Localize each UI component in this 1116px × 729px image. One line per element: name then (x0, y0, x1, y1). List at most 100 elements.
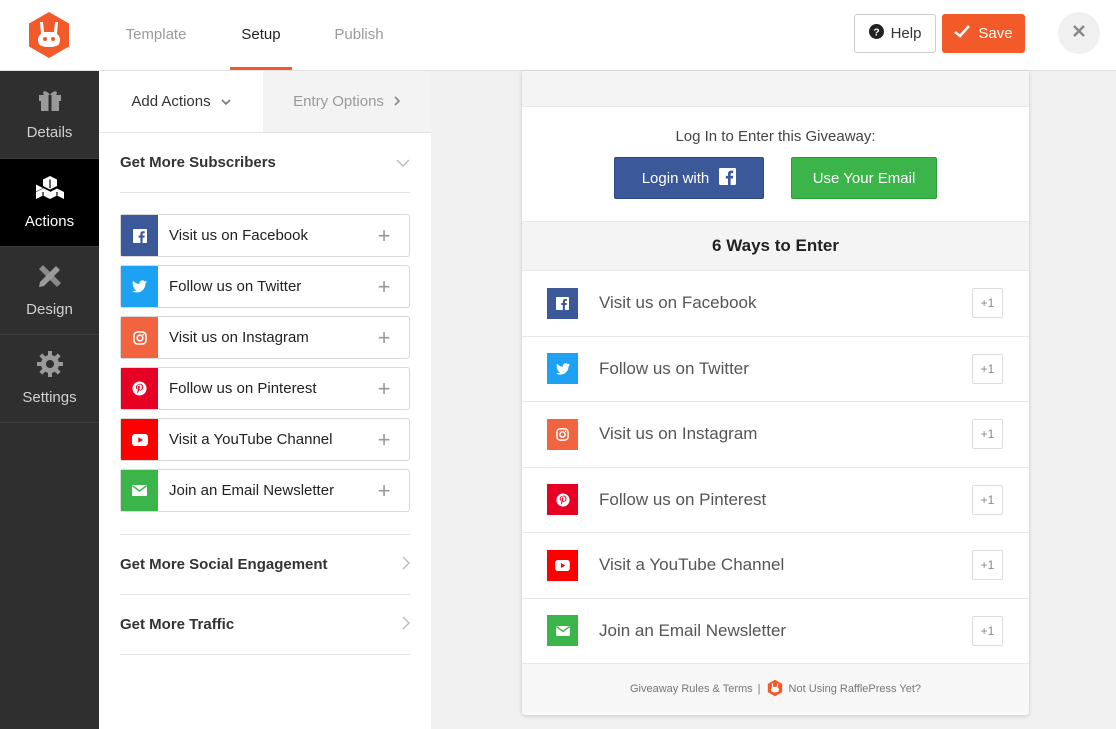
nav-label-design: Design (26, 301, 73, 318)
tab-setup[interactable]: Setup (230, 0, 292, 70)
twitter-icon (121, 266, 158, 307)
action-join-newsletter[interactable]: Join an Email Newsletter + (120, 469, 410, 512)
nav-item-actions[interactable]: Actions (0, 159, 99, 247)
section-title: Get More Traffic (120, 616, 235, 633)
nav-label-details: Details (26, 124, 73, 141)
card-footer: Giveaway Rules & Terms | Not Using Raffl… (522, 664, 1029, 714)
nav-item-design[interactable]: Design (0, 247, 99, 335)
ways-to-enter-title: 6 Ways to Enter (522, 221, 1029, 271)
card-top-strip (522, 71, 1029, 107)
pinterest-icon (547, 484, 578, 516)
entry-points-badge: +1 (972, 419, 1003, 450)
add-action-icon[interactable]: + (359, 275, 409, 298)
pinterest-icon (121, 368, 158, 409)
action-visit-youtube[interactable]: Visit a YouTube Channel + (120, 418, 410, 461)
actions-panel: Add Actions Entry Options Get More Subsc… (99, 71, 431, 729)
entry-points-badge: +1 (972, 484, 1003, 515)
nav-label-settings: Settings (22, 389, 77, 406)
action-label: Follow us on Pinterest (169, 380, 317, 397)
subtab-add-actions[interactable]: Add Actions (99, 71, 263, 132)
section-title: Get More Subscribers (120, 154, 276, 171)
tab-publish[interactable]: Publish (328, 0, 390, 70)
facebook-icon (719, 167, 737, 189)
entry-label: Visit a YouTube Channel (599, 555, 785, 575)
entry-points-badge: +1 (972, 550, 1003, 581)
action-visit-facebook[interactable]: Visit us on Facebook + (120, 214, 410, 257)
entry-label: Follow us on Pinterest (599, 489, 767, 509)
add-action-icon[interactable]: + (359, 377, 409, 400)
panel-subtabs: Add Actions Entry Options (99, 71, 431, 133)
save-button[interactable]: Save (942, 14, 1025, 53)
add-action-icon[interactable]: + (359, 479, 409, 502)
entry-visit-instagram[interactable]: Visit us on Instagram +1 (522, 402, 1029, 468)
login-block: Log In to Enter this Giveaway: Login wit… (522, 107, 1029, 221)
action-label: Visit us on Instagram (169, 329, 309, 346)
login-facebook-button[interactable]: Login with (614, 157, 764, 199)
section-get-more-subscribers[interactable]: Get More Subscribers (120, 133, 410, 193)
nav-item-settings[interactable]: Settings (0, 335, 99, 423)
action-label: Visit us on Facebook (169, 227, 308, 244)
action-follow-pinterest[interactable]: Follow us on Pinterest + (120, 367, 410, 410)
footer-separator: | (757, 683, 761, 695)
section-get-more-social-engagement[interactable]: Get More Social Engagement (120, 535, 410, 595)
login-buttons: Login with Use Your Email (614, 157, 937, 199)
twitter-icon (547, 353, 578, 385)
action-label: Visit a YouTube Channel (169, 431, 333, 448)
login-email-button[interactable]: Use Your Email (791, 157, 937, 199)
chevron-down-icon (396, 154, 410, 171)
section-get-more-traffic[interactable]: Get More Traffic (120, 595, 410, 655)
login-prompt: Log In to Enter this Giveaway: (675, 128, 876, 145)
entry-label: Visit us on Instagram (599, 424, 758, 444)
chevron-right-icon (402, 616, 410, 634)
entry-follow-pinterest[interactable]: Follow us on Pinterest +1 (522, 468, 1029, 533)
not-using-rafflepress-link[interactable]: Not Using RafflePress Yet? (789, 683, 921, 695)
action-label: Follow us on Twitter (169, 278, 302, 295)
tab-template[interactable]: Template (120, 0, 192, 70)
section-title: Get More Social Engagement (120, 556, 328, 573)
subtab-entry-options[interactable]: Entry Options (263, 71, 431, 132)
action-follow-twitter[interactable]: Follow us on Twitter + (120, 265, 410, 308)
facebook-icon (121, 215, 158, 256)
entry-visit-facebook[interactable]: Visit us on Facebook +1 (522, 271, 1029, 337)
nav-item-details[interactable]: Details (0, 71, 99, 159)
entry-follow-twitter[interactable]: Follow us on Twitter +1 (522, 337, 1029, 402)
checkmark-icon (954, 25, 971, 42)
entry-label: Visit us on Facebook (599, 293, 757, 313)
add-action-icon[interactable]: + (359, 224, 409, 247)
action-visit-instagram[interactable]: Visit us on Instagram + (120, 316, 410, 359)
close-button[interactable] (1058, 12, 1100, 54)
save-label: Save (978, 25, 1013, 42)
entry-join-newsletter[interactable]: Join an Email Newsletter +1 (522, 599, 1029, 664)
instagram-icon (547, 418, 578, 450)
chevron-right-icon (394, 93, 401, 110)
rafflepress-mini-logo-icon (766, 679, 784, 700)
help-label: Help (890, 25, 922, 42)
add-action-icon[interactable]: + (359, 428, 409, 451)
action-list: Visit us on Facebook + Follow us on Twit… (120, 193, 410, 535)
add-action-icon[interactable]: + (359, 326, 409, 349)
left-nav: Details Actions Design Settings (0, 71, 99, 729)
chevron-down-icon (221, 93, 231, 110)
youtube-icon (547, 549, 578, 581)
help-button[interactable]: ? Help (854, 14, 936, 53)
chevron-right-icon (402, 556, 410, 574)
close-icon (1072, 24, 1086, 43)
gear-icon (36, 351, 63, 381)
youtube-icon (121, 419, 158, 460)
entry-points-badge: +1 (972, 288, 1003, 319)
subtab-label-entry-options: Entry Options (293, 93, 384, 110)
giveaway-rules-link[interactable]: Giveaway Rules & Terms (630, 683, 753, 695)
top-bar: Template Setup Publish ? Help Save (0, 0, 1116, 71)
svg-text:?: ? (873, 27, 879, 38)
gift-icon (37, 88, 63, 116)
entry-points-badge: +1 (972, 615, 1003, 646)
login-facebook-label: Login with (641, 169, 710, 187)
entry-visit-youtube[interactable]: Visit a YouTube Channel +1 (522, 533, 1029, 599)
entry-label: Join an Email Newsletter (599, 620, 787, 640)
entry-points-badge: +1 (972, 353, 1003, 384)
rafflepress-logo-icon[interactable] (24, 10, 74, 60)
email-icon (547, 615, 578, 647)
facebook-icon (547, 287, 578, 319)
cubes-icon (35, 175, 64, 205)
subtab-label-add-actions: Add Actions (131, 93, 211, 110)
